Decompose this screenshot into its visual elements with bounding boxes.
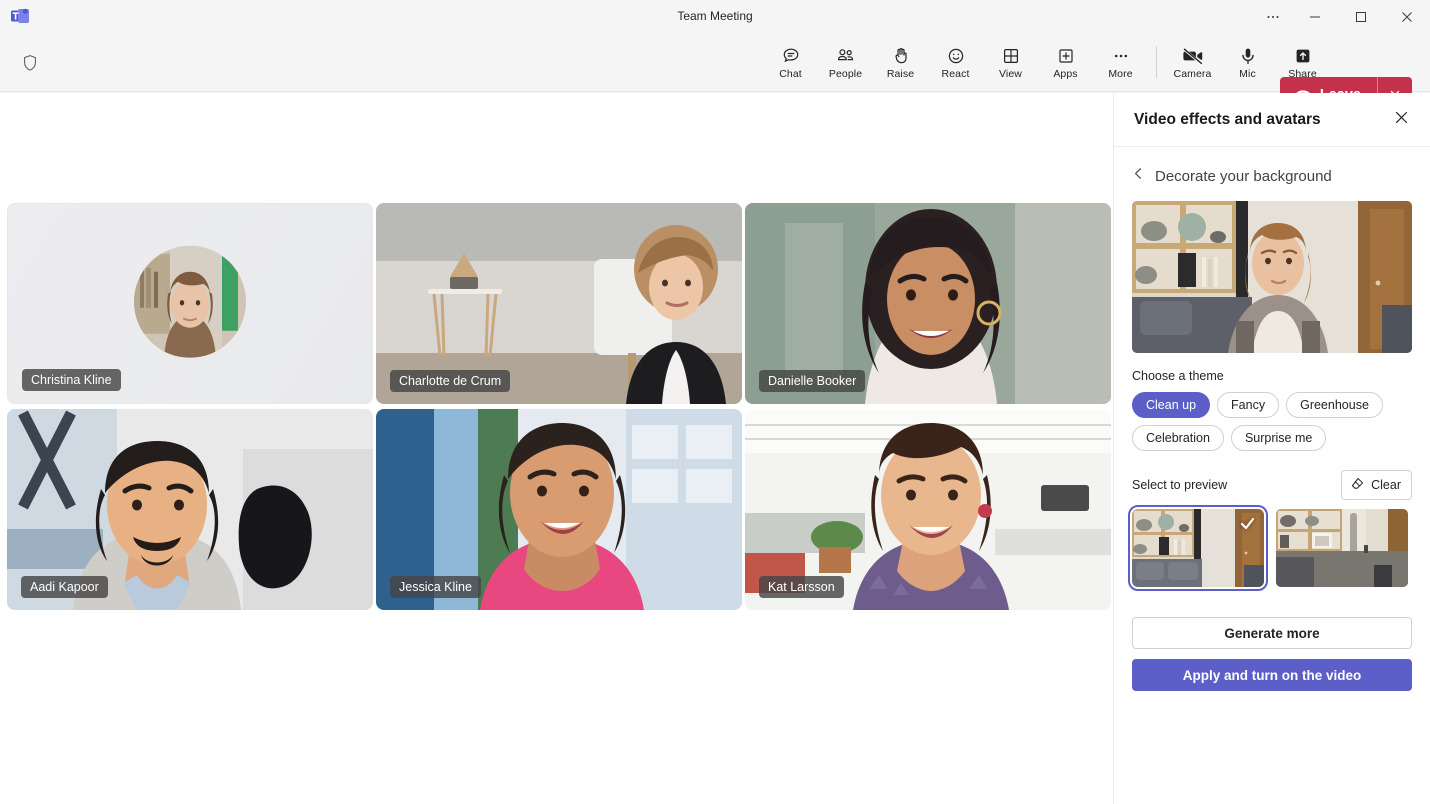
window-title: Team Meeting bbox=[677, 9, 753, 23]
participant-name: Danielle Booker bbox=[759, 370, 866, 392]
participant-tile[interactable]: Christina Kline bbox=[7, 203, 373, 404]
participant-tile[interactable]: Charlotte de Crum bbox=[376, 203, 742, 404]
chat-label: Chat bbox=[779, 67, 802, 80]
window-more-button[interactable] bbox=[1255, 0, 1291, 33]
background-thumbnail-2[interactable] bbox=[1276, 509, 1408, 587]
select-to-preview-label: Select to preview bbox=[1132, 478, 1228, 492]
checkmark-icon bbox=[1239, 515, 1256, 537]
participant-tile[interactable]: Aadi Kapoor bbox=[7, 409, 373, 610]
participant-name: Kat Larsson bbox=[759, 576, 844, 598]
video-effects-panel: Video effects and avatars Decorate your … bbox=[1113, 93, 1430, 804]
people-button[interactable]: People bbox=[818, 36, 873, 88]
maximize-button[interactable] bbox=[1338, 0, 1384, 33]
apps-label: Apps bbox=[1053, 67, 1078, 80]
apps-plus-icon bbox=[1056, 45, 1076, 67]
react-smiley-icon bbox=[946, 45, 966, 67]
participant-name: Jessica Kline bbox=[390, 576, 481, 598]
back-label: Decorate your background bbox=[1155, 167, 1332, 185]
participant-tile[interactable]: Danielle Booker bbox=[745, 203, 1111, 404]
back-to-decorate-button[interactable]: Decorate your background bbox=[1132, 167, 1412, 185]
minimize-button[interactable] bbox=[1292, 0, 1338, 33]
more-label: More bbox=[1108, 67, 1133, 80]
share-screen-icon bbox=[1293, 45, 1313, 67]
close-button[interactable] bbox=[1384, 0, 1430, 33]
react-label: React bbox=[941, 67, 970, 80]
more-ellipsis-icon bbox=[1111, 45, 1131, 67]
panel-header: Video effects and avatars bbox=[1114, 93, 1430, 147]
panel-body: Decorate your background Choose a theme … bbox=[1114, 147, 1430, 691]
camera-button[interactable]: Camera bbox=[1165, 36, 1220, 88]
choose-theme-label: Choose a theme bbox=[1132, 369, 1224, 383]
panel-title: Video effects and avatars bbox=[1134, 110, 1321, 128]
panel-actions: Generate more Apply and turn on the vide… bbox=[1132, 617, 1412, 691]
meeting-command-bar: Chat People Raise React View Apps More C… bbox=[0, 33, 1430, 112]
background-thumbnail-row bbox=[1128, 505, 1412, 591]
chat-button[interactable]: Chat bbox=[763, 36, 818, 88]
clear-button[interactable]: Clear bbox=[1341, 470, 1412, 500]
meeting-stage: Christina Kline Charlotte de Crum Daniel… bbox=[0, 93, 1113, 804]
chevron-left-icon bbox=[1132, 167, 1145, 185]
toolbar-divider bbox=[1156, 46, 1157, 78]
theme-chip-greenhouse[interactable]: Greenhouse bbox=[1286, 392, 1383, 418]
participant-name: Charlotte de Crum bbox=[390, 370, 511, 392]
raise-hand-icon bbox=[891, 45, 911, 67]
theme-chip-clean-up[interactable]: Clean up bbox=[1132, 392, 1211, 418]
people-icon bbox=[835, 45, 856, 67]
close-icon bbox=[1394, 110, 1409, 130]
apps-button[interactable]: Apps bbox=[1038, 36, 1093, 88]
theme-chip-celebration[interactable]: Celebration bbox=[1132, 425, 1224, 451]
apply-video-button[interactable]: Apply and turn on the video bbox=[1132, 659, 1412, 691]
participant-tile[interactable]: Kat Larsson bbox=[745, 409, 1111, 610]
view-grid-icon bbox=[1001, 45, 1021, 67]
chat-icon bbox=[781, 45, 801, 67]
view-label: View bbox=[999, 67, 1022, 80]
background-thumbnail-1[interactable] bbox=[1128, 505, 1268, 591]
camera-off-icon bbox=[1182, 45, 1204, 67]
mic-label: Mic bbox=[1239, 67, 1256, 80]
raise-label: Raise bbox=[886, 67, 915, 80]
microphone-icon bbox=[1238, 45, 1258, 67]
react-button[interactable]: React bbox=[928, 36, 983, 88]
participant-name: Christina Kline bbox=[22, 369, 121, 391]
panel-close-button[interactable] bbox=[1386, 105, 1416, 135]
participant-tile[interactable]: Jessica Kline bbox=[376, 409, 742, 610]
theme-chip-surprise-me[interactable]: Surprise me bbox=[1230, 425, 1327, 451]
more-button[interactable]: More bbox=[1093, 36, 1148, 88]
theme-chip-fancy[interactable]: Fancy bbox=[1217, 392, 1280, 418]
shield-icon[interactable] bbox=[20, 53, 40, 73]
background-preview bbox=[1132, 201, 1412, 353]
command-buttons: Chat People Raise React View Apps More C… bbox=[763, 33, 1330, 91]
participant-name: Aadi Kapoor bbox=[21, 576, 108, 598]
mic-button[interactable]: Mic bbox=[1220, 36, 1275, 88]
participant-grid: Christina Kline Charlotte de Crum Daniel… bbox=[7, 203, 1111, 615]
camera-label: Camera bbox=[1173, 67, 1212, 80]
generate-more-button[interactable]: Generate more bbox=[1132, 617, 1412, 649]
raise-hand-button[interactable]: Raise bbox=[873, 36, 928, 88]
view-button[interactable]: View bbox=[983, 36, 1038, 88]
avatar bbox=[134, 245, 246, 358]
people-label: People bbox=[828, 67, 863, 80]
clear-label: Clear bbox=[1371, 478, 1401, 492]
eraser-icon bbox=[1350, 476, 1365, 494]
select-preview-row: Select to preview Clear bbox=[1132, 470, 1412, 500]
title-bar: Team Meeting bbox=[0, 0, 1430, 33]
theme-chip-row: Clean up Fancy Greenhouse Celebration Su… bbox=[1132, 392, 1412, 451]
window-controls bbox=[1255, 0, 1430, 33]
